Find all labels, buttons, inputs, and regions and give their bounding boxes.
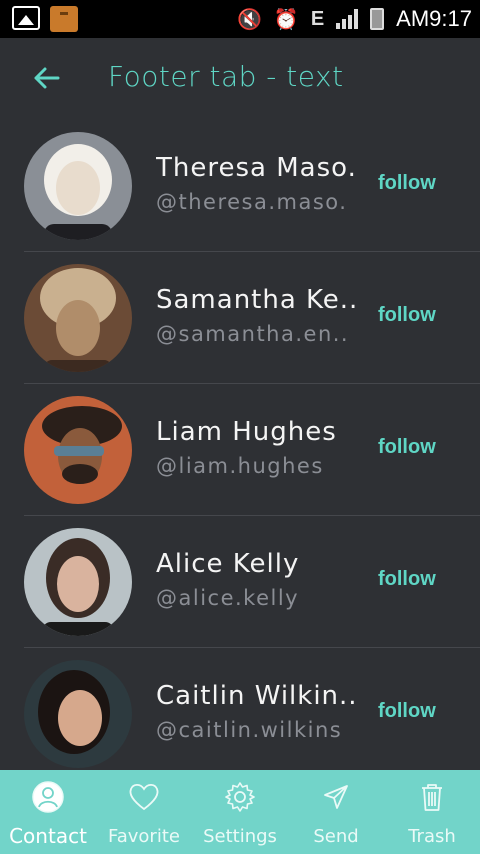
tab-label: Contact: [9, 824, 87, 848]
contact-name: Caitlin Wilkin..: [156, 681, 356, 711]
avatar-shoulders: [42, 622, 114, 636]
contact-name: Samantha Ke..: [156, 285, 356, 315]
avatar[interactable]: [24, 132, 132, 240]
follow-button[interactable]: follow: [378, 568, 436, 591]
contact-handle: @caitlin.wilkins: [156, 718, 343, 742]
page-title: Footer tab - text: [108, 60, 344, 93]
contact-icon: [32, 781, 64, 813]
list-item: Alice Kelly @alice.kelly follow: [0, 516, 480, 648]
trash-icon: [422, 784, 442, 811]
follow-button[interactable]: follow: [378, 304, 436, 327]
avatar-sunglasses: [54, 446, 104, 456]
list-item: Caitlin Wilkin.. @caitlin.wilkins follow: [0, 648, 480, 780]
avatar[interactable]: [24, 396, 132, 504]
tab-favorite[interactable]: Favorite: [96, 770, 192, 854]
gallery-notification-icon: [12, 6, 40, 30]
alarm-icon: ⏰: [273, 7, 299, 31]
send-icon: [324, 785, 348, 809]
tab-label: Trash: [408, 826, 456, 847]
tab-contact[interactable]: Contact: [0, 770, 96, 854]
avatar[interactable]: [24, 528, 132, 636]
tab-label: Favorite: [108, 826, 180, 847]
tab-label: Send: [313, 826, 359, 847]
contact-name: Liam Hughes: [156, 417, 337, 447]
status-bar: 🔇 ⏰ E AM9:17: [0, 0, 480, 38]
back-button[interactable]: [28, 60, 64, 96]
contact-name: Alice Kelly: [156, 549, 300, 579]
follow-button[interactable]: follow: [378, 700, 436, 723]
contact-name: Theresa Maso.: [156, 153, 356, 183]
contact-list: Theresa Maso. @theresa.maso. follow Sama…: [0, 120, 480, 780]
status-time: AM9:17: [396, 6, 472, 31]
tab-settings[interactable]: Settings: [192, 770, 288, 854]
tab-label: Settings: [203, 826, 277, 847]
avatar[interactable]: [24, 264, 132, 372]
mute-icon: 🔇: [237, 7, 262, 31]
network-type-label: E: [310, 7, 325, 30]
app-header: Footer tab - text: [0, 38, 480, 118]
avatar[interactable]: [24, 660, 132, 768]
avatar-shoulders: [44, 360, 112, 372]
battery-icon: [370, 8, 385, 30]
list-item: Samantha Ke.. @samantha.en.. follow: [0, 252, 480, 384]
arrow-left-icon: [34, 67, 60, 89]
list-item: Liam Hughes @liam.hughes follow: [0, 384, 480, 516]
contact-handle: @alice.kelly: [156, 586, 300, 610]
follow-button[interactable]: follow: [378, 436, 436, 459]
avatar-face: [57, 556, 99, 612]
tab-trash[interactable]: Trash: [384, 770, 480, 854]
footer-tab-bar: Contact Favorite Settings Send Trash: [0, 770, 480, 854]
avatar-face: [58, 690, 102, 746]
avatar-face: [56, 300, 100, 356]
contact-handle: @samantha.en..: [156, 322, 350, 346]
heart-icon: [129, 783, 159, 811]
tab-send[interactable]: Send: [288, 770, 384, 854]
contact-handle: @liam.hughes: [156, 454, 324, 478]
app-notification-icon: [50, 6, 78, 32]
signal-icon: [336, 9, 359, 29]
avatar-beard: [62, 464, 98, 484]
avatar-shoulders: [44, 224, 112, 240]
list-item: Theresa Maso. @theresa.maso. follow: [0, 120, 480, 252]
gear-icon: [225, 782, 255, 812]
contact-handle: @theresa.maso.: [156, 190, 348, 214]
avatar-face: [56, 161, 100, 215]
follow-button[interactable]: follow: [378, 172, 436, 195]
